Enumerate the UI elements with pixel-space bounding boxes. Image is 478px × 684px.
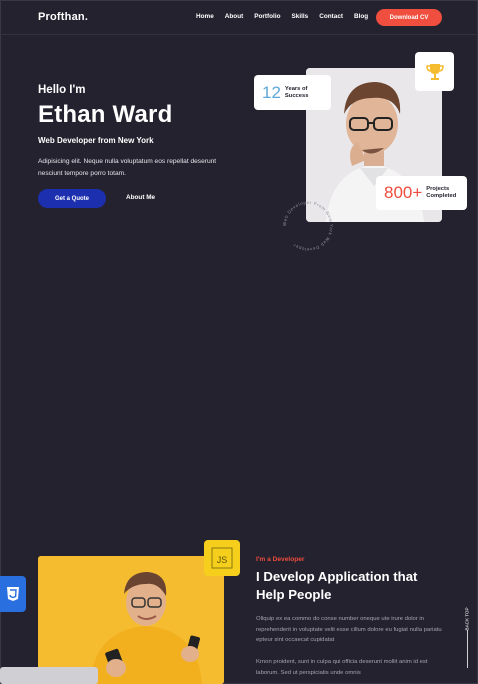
- trophy-icon: [425, 63, 444, 80]
- years-label-line-1: Years of: [284, 85, 308, 92]
- years-label-line-2: Success: [284, 92, 309, 99]
- developer-photo: [38, 556, 224, 684]
- hero-description: Adipisicing elit. Neque nulla voluptatum…: [38, 158, 217, 177]
- section-tag: I'm a Developer: [256, 556, 305, 563]
- css-badge: [0, 576, 26, 612]
- javascript-badge: JS: [204, 540, 240, 576]
- nav-skills[interactable]: Skills: [292, 13, 309, 20]
- back-to-top[interactable]: BACK TOP: [461, 600, 473, 670]
- projects-label-line-2: Completed: [426, 193, 457, 199]
- back-to-top-line: [467, 630, 468, 668]
- back-to-top-label: BACK TOP: [464, 607, 470, 631]
- gray-info-card: [0, 667, 98, 684]
- years-number: 12: [262, 82, 281, 102]
- projects-completed-card: 800+ Projects Completed: [376, 176, 467, 210]
- developer-portrait-image: [38, 556, 224, 684]
- site-logo[interactable]: Profthan.: [38, 11, 88, 23]
- svg-text:Web Developer From New York We: Web Developer From New York Web Develope…: [282, 200, 334, 252]
- nav-contact[interactable]: Contact: [319, 13, 343, 20]
- main-nav: Home About Portfolio Skills Contact Blog: [196, 13, 368, 20]
- hero-name: Ethan Ward: [38, 101, 173, 128]
- javascript-icon: JS: [211, 547, 233, 569]
- get-quote-button[interactable]: Get a Quote: [38, 189, 106, 208]
- nav-about[interactable]: About: [225, 13, 243, 20]
- section-paragraph-2: Krnon proident, sunt in culpa qui offici…: [256, 659, 428, 676]
- years-experience-card: 12 Years of Success: [254, 75, 331, 110]
- about-me-link[interactable]: About Me: [126, 194, 155, 201]
- site-header: Profthan. Home About Portfolio Skills Co…: [0, 0, 478, 35]
- section-title: I Develop Application that Help People: [256, 569, 418, 602]
- css3-icon: [7, 587, 19, 601]
- section-paragraph-1: Ollquip ex ea commo do conse number oneq…: [256, 616, 442, 643]
- projects-label-line-1: Projects: [426, 186, 450, 192]
- projects-label: Projects Completed: [426, 186, 456, 200]
- trophy-card: [415, 52, 454, 91]
- nav-home[interactable]: Home: [196, 13, 214, 20]
- js-label: JS: [217, 555, 228, 565]
- years-label: Years of Success: [285, 86, 309, 100]
- hero-greeting: Hello I'm: [38, 84, 86, 96]
- circular-text-badge: Web Developer From New York Web Develope…: [282, 200, 334, 252]
- projects-number: 800+: [384, 183, 423, 202]
- circular-text: Web Developer From New York Web Develope…: [282, 200, 334, 252]
- nav-portfolio[interactable]: Portfolio: [254, 13, 280, 20]
- hero-role: Web Developer from New York: [38, 136, 154, 145]
- download-cv-button[interactable]: Download CV: [376, 9, 442, 26]
- nav-blog[interactable]: Blog: [354, 13, 368, 20]
